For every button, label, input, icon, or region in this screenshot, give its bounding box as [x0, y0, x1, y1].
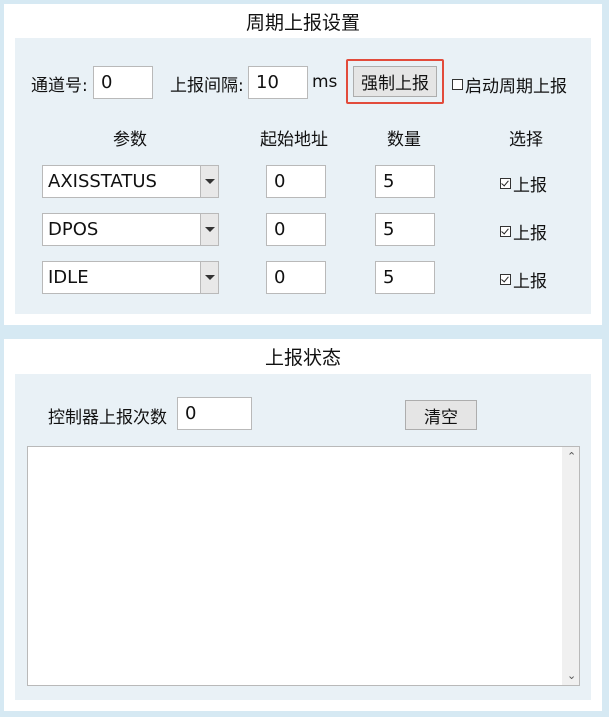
report-checkbox-row-1[interactable]: 上报 — [500, 171, 547, 196]
interval-label: 上报间隔: — [170, 76, 244, 96]
start-address-input-row-3[interactable]: 0 — [266, 261, 326, 294]
enable-periodic-box — [452, 79, 463, 90]
interval-input[interactable]: 10 — [248, 66, 308, 99]
enable-periodic-label: 启动周期上报 — [465, 77, 567, 97]
header-select: 选择 — [509, 130, 543, 150]
report-label-row-1: 上报 — [513, 176, 547, 196]
report-label-row-3: 上报 — [513, 272, 547, 292]
check-icon — [500, 274, 511, 285]
report-count-input[interactable]: 0 — [177, 397, 252, 430]
check-icon — [500, 226, 511, 237]
periodic-settings-group: 通道号: 0 上报间隔: 10 ms 强制上报 启动周期上报 参数 起始地址 数… — [15, 38, 591, 314]
header-start-address: 起始地址 — [260, 130, 328, 150]
param-value-row-3: IDLE — [48, 267, 89, 288]
report-label-row-2: 上报 — [513, 224, 547, 244]
report-log-textarea[interactable]: ⌃ ⌄ — [27, 446, 580, 686]
report-status-panel: 上报状态 控制器上报次数 0 清空 ⌃ ⌄ — [4, 339, 602, 711]
start-address-input-row-1[interactable]: 0 — [266, 165, 326, 198]
param-value-row-1: AXISSTATUS — [48, 171, 157, 192]
enable-periodic-checkbox[interactable]: 启动周期上报 — [452, 72, 567, 97]
report-status-title: 上报状态 — [264, 347, 341, 369]
param-select-row-3[interactable]: IDLE — [42, 261, 219, 294]
param-select-row-1[interactable]: AXISSTATUS — [42, 165, 219, 198]
dropdown-arrow-icon[interactable] — [200, 214, 218, 245]
periodic-settings-title: 周期上报设置 — [245, 12, 360, 34]
report-count-label: 控制器上报次数 — [48, 408, 167, 428]
count-input-row-2[interactable]: 5 — [375, 213, 435, 246]
dropdown-arrow-icon[interactable] — [200, 166, 218, 197]
chevron-down-icon[interactable]: ⌄ — [567, 669, 576, 682]
dropdown-arrow-icon[interactable] — [200, 262, 218, 293]
channel-input[interactable]: 0 — [93, 66, 153, 99]
force-report-button[interactable]: 强制上报 — [353, 66, 437, 97]
clear-button[interactable]: 清空 — [405, 400, 477, 430]
log-scrollbar[interactable]: ⌃ ⌄ — [562, 447, 579, 685]
count-input-row-1[interactable]: 5 — [375, 165, 435, 198]
report-status-group: 控制器上报次数 0 清空 ⌃ ⌄ — [15, 374, 591, 700]
header-param: 参数 — [113, 130, 147, 150]
periodic-settings-panel: 周期上报设置 通道号: 0 上报间隔: 10 ms 强制上报 启动周期上报 参数… — [4, 4, 602, 325]
chevron-up-icon[interactable]: ⌃ — [567, 450, 576, 463]
header-count: 数量 — [387, 130, 421, 150]
report-checkbox-row-2[interactable]: 上报 — [500, 219, 547, 244]
interval-unit: ms — [312, 72, 338, 92]
channel-label: 通道号: — [31, 76, 88, 96]
count-input-row-3[interactable]: 5 — [375, 261, 435, 294]
param-value-row-2: DPOS — [48, 219, 99, 240]
check-icon — [500, 178, 511, 189]
report-checkbox-row-3[interactable]: 上报 — [500, 267, 547, 292]
start-address-input-row-2[interactable]: 0 — [266, 213, 326, 246]
param-select-row-2[interactable]: DPOS — [42, 213, 219, 246]
